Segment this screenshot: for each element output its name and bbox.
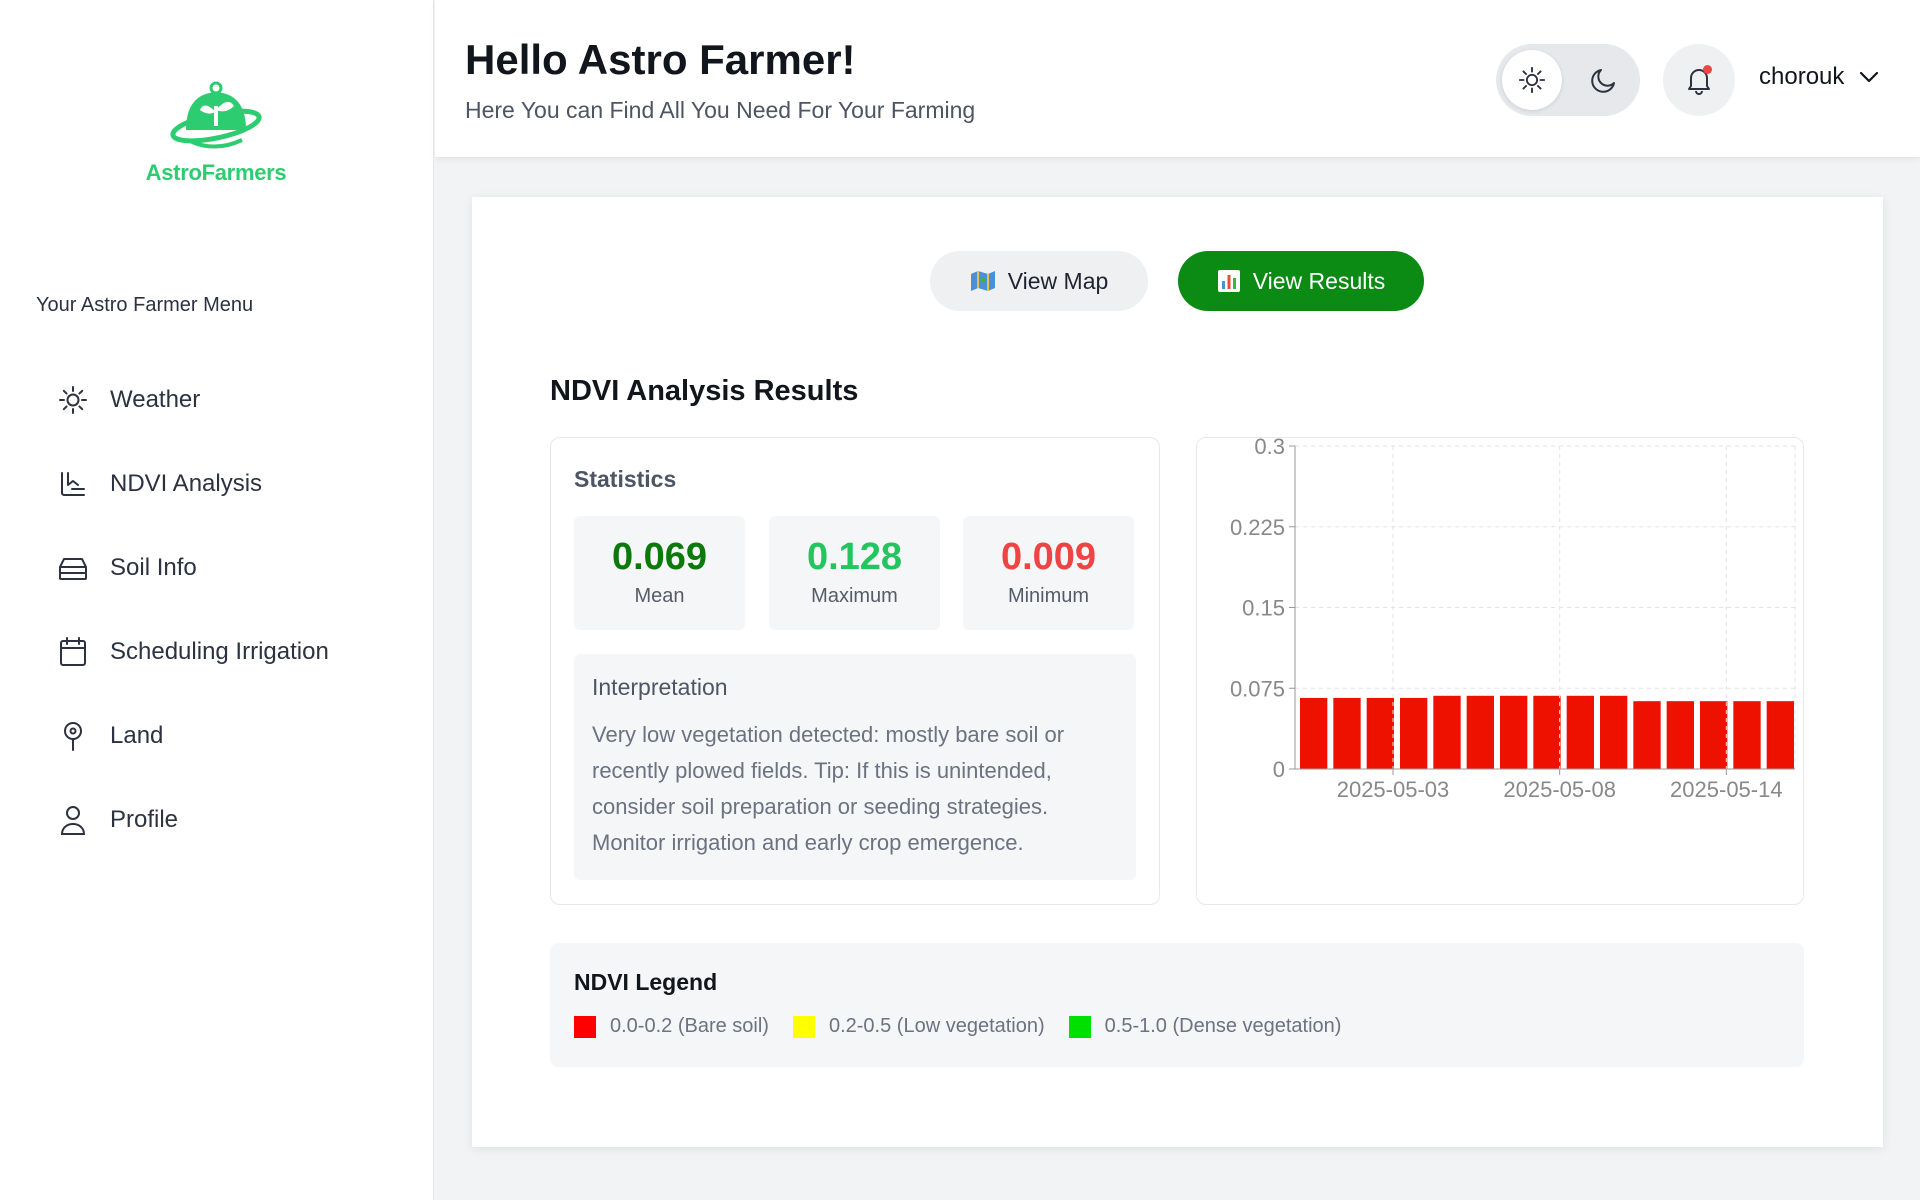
view-map-button[interactable]: View Map xyxy=(930,251,1148,311)
ndvi-bar xyxy=(1300,697,1328,769)
sidebar-item-ndvi-analysis[interactable]: NDVI Analysis xyxy=(56,442,329,526)
ndvi-bar xyxy=(1700,701,1728,769)
statistics-title: Statistics xyxy=(574,466,677,492)
logo-icon xyxy=(170,81,262,149)
interpretation-text: Very low vegetation detected: mostly bar… xyxy=(592,722,1065,855)
sidebar-menu: Weather NDVI Analysis Soil Info Scheduli… xyxy=(56,358,329,862)
sun-icon xyxy=(1518,66,1546,94)
ndvi-bar xyxy=(1666,701,1694,769)
map-icon xyxy=(970,270,996,292)
legend-item-dense-vegetation: 0.5-1.0 (Dense vegetation) xyxy=(1068,1015,1342,1038)
stat-value: 0.009 xyxy=(1000,536,1097,578)
ndvi-bar xyxy=(1600,695,1628,769)
dark-mode-button[interactable] xyxy=(1574,50,1634,110)
moon-icon xyxy=(1591,69,1615,93)
legend-label: 0.0-0.2 (Bare soil) xyxy=(610,1015,769,1037)
top-header: Hello Astro Farmer! Here You can Find Al… xyxy=(435,0,1920,158)
stat-label: Mean xyxy=(634,585,685,607)
ndvi-bar xyxy=(1500,695,1528,769)
user-menu[interactable]: chorouk xyxy=(1759,63,1880,91)
chevron-down-icon xyxy=(1860,71,1879,83)
ndvi-bar xyxy=(1366,697,1394,769)
sidebar-item-label: NDVI Analysis xyxy=(110,470,263,497)
sidebar-item-label: Weather xyxy=(110,386,201,413)
ndvi-bar xyxy=(1333,697,1361,769)
sidebar-item-scheduling-irrigation[interactable]: Scheduling Irrigation xyxy=(56,610,329,694)
sidebar-item-label: Profile xyxy=(110,806,179,833)
y-tick-label: 0.3 xyxy=(1254,438,1285,459)
ndvi-bar xyxy=(1533,695,1561,769)
legend-swatch xyxy=(792,1015,815,1038)
user-icon xyxy=(56,803,90,837)
page-title: Hello Astro Farmer! xyxy=(465,36,856,83)
stat-value: 0.128 xyxy=(806,536,903,578)
interpretation-title: Interpretation xyxy=(592,674,728,700)
legend-swatch xyxy=(1068,1015,1091,1038)
legend-items: 0.0-0.2 (Bare soil) 0.2-0.5 (Low vegetat… xyxy=(574,1015,1365,1038)
sidebar-item-label: Scheduling Irrigation xyxy=(110,638,329,665)
results-title: NDVI Analysis Results xyxy=(550,375,859,407)
calendar-icon xyxy=(56,635,90,669)
sidebar-item-profile[interactable]: Profile xyxy=(56,778,329,862)
main-card: View Map View Results NDVI Analysis Resu… xyxy=(472,197,1883,1147)
stat-label: Maximum xyxy=(811,585,898,607)
stat-minimum: 0.009 Minimum xyxy=(963,516,1134,630)
ndvi-bar xyxy=(1433,695,1461,769)
sidebar-item-label: Land xyxy=(110,722,164,749)
sidebar: AstroFarmers Your Astro Farmer Menu Weat… xyxy=(0,0,434,1200)
y-tick-label: 0 xyxy=(1273,757,1285,782)
notifications-button[interactable] xyxy=(1663,44,1735,116)
ndvi-bar xyxy=(1466,695,1494,769)
page-subtitle: Here You can Find All You Need For Your … xyxy=(465,97,976,123)
user-name: chorouk xyxy=(1759,63,1845,90)
notification-dot xyxy=(1703,65,1712,74)
ndvi-bar xyxy=(1766,701,1794,769)
legend-label: 0.2-0.5 (Low vegetation) xyxy=(828,1015,1045,1037)
ndvi-bar xyxy=(1633,701,1661,769)
map-pin-icon xyxy=(56,719,90,753)
stat-label: Minimum xyxy=(1007,585,1090,607)
ndvi-bar xyxy=(1400,697,1428,769)
ndvi-legend: NDVI Legend 0.0-0.2 (Bare soil) 0.2-0.5 … xyxy=(550,943,1804,1067)
y-tick-label: 0.15 xyxy=(1242,596,1285,621)
stat-mean: 0.069 Mean xyxy=(574,516,745,630)
ndvi-bar-chart: 0 0.075 0.15 0.225 0.3 2025-05-03 2025-05-08 20… xyxy=(1230,434,1796,802)
sun-icon xyxy=(56,383,90,417)
ndvi-chart-panel: 0 0.075 0.15 0.225 0.3 2025-05-03 2025-05-08 20… xyxy=(1196,434,1804,905)
legend-title: NDVI Legend xyxy=(574,969,718,995)
layers-icon xyxy=(56,551,90,585)
view-map-label: View Map xyxy=(1007,267,1109,294)
logo-text: AstroFarmers xyxy=(145,160,287,185)
sidebar-item-label: Soil Info xyxy=(110,554,197,581)
x-tick-label: 2025-05-03 xyxy=(1337,777,1450,802)
x-tick-label: 2025-05-14 xyxy=(1670,777,1783,802)
theme-toggle[interactable] xyxy=(1496,44,1640,116)
statistics-panel: Statistics 0.069 Mean 0.128 Maximum 0.00… xyxy=(550,437,1160,905)
legend-item-low-vegetation: 0.2-0.5 (Low vegetation) xyxy=(792,1015,1045,1038)
view-results-button[interactable]: View Results xyxy=(1178,251,1424,311)
light-mode-button[interactable] xyxy=(1502,50,1562,110)
ndvi-bar xyxy=(1733,701,1761,769)
stat-value: 0.069 xyxy=(611,536,708,578)
y-tick-label: 0.075 xyxy=(1230,676,1285,701)
legend-item-bare-soil: 0.0-0.2 (Bare soil) xyxy=(574,1015,769,1038)
y-tick-label: 0.225 xyxy=(1230,515,1285,540)
stat-maximum: 0.128 Maximum xyxy=(769,516,940,630)
sidebar-item-land[interactable]: Land xyxy=(56,694,329,778)
menu-title: Your Astro Farmer Menu xyxy=(36,294,254,316)
legend-swatch xyxy=(574,1015,596,1038)
interpretation-panel: Interpretation Very low vegetation detec… xyxy=(574,654,1136,880)
x-tick-label: 2025-05-08 xyxy=(1503,777,1616,802)
download-tray-icon xyxy=(56,467,90,501)
view-results-label: View Results xyxy=(1252,267,1386,294)
bar-chart-icon xyxy=(1217,269,1241,293)
app-logo[interactable]: AstroFarmers xyxy=(140,80,292,186)
sidebar-item-weather[interactable]: Weather xyxy=(56,358,329,442)
sidebar-item-soil-info[interactable]: Soil Info xyxy=(56,526,329,610)
ndvi-bar xyxy=(1566,695,1594,769)
legend-label: 0.5-1.0 (Dense vegetation) xyxy=(1104,1015,1342,1037)
